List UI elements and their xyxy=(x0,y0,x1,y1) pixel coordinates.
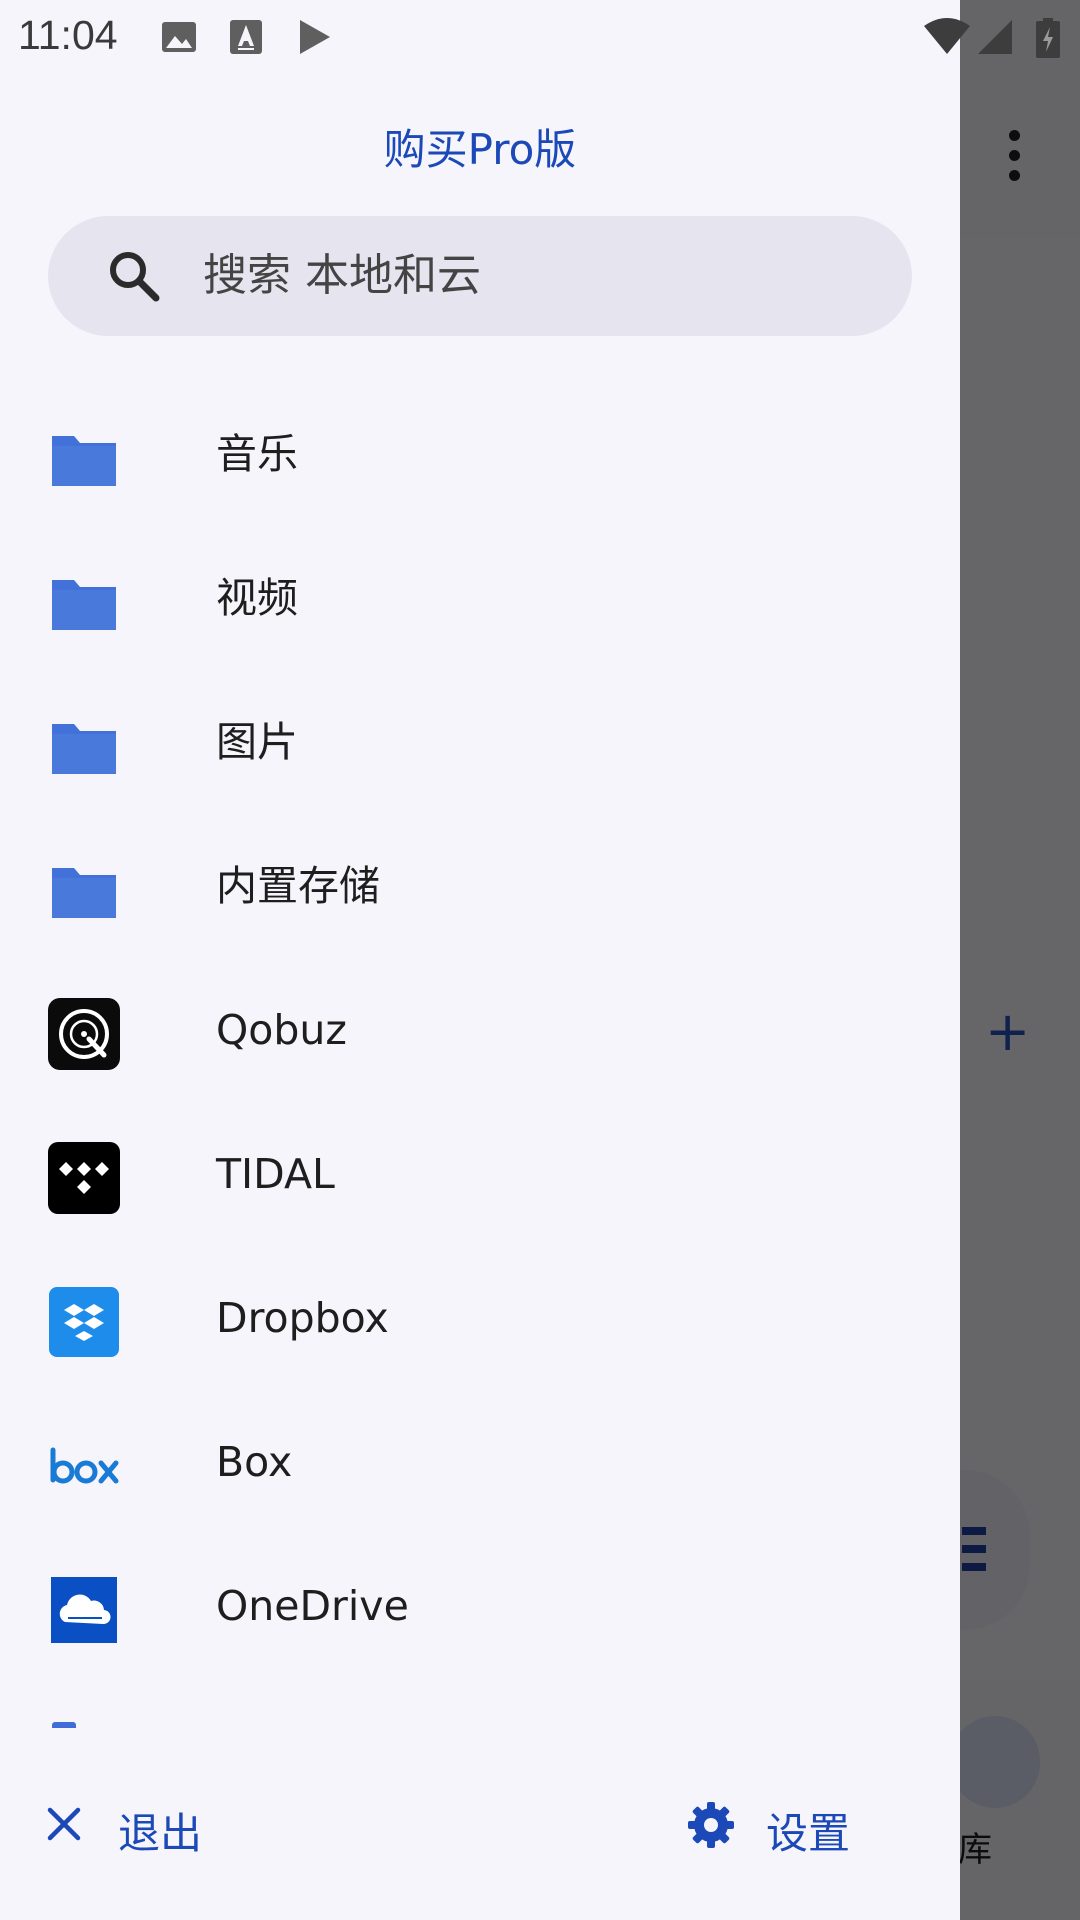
drawer-item-label: Box xyxy=(216,1438,293,1486)
onedrive-logo-icon xyxy=(51,1577,117,1643)
signal-icon xyxy=(978,20,1012,54)
exit-button[interactable]: 退出 xyxy=(40,1780,230,1870)
drawer-item-label: 视频 xyxy=(216,574,298,622)
drawer-item-video[interactable]: 视频 xyxy=(0,536,960,666)
drawer-item-label: Dropbox xyxy=(216,1294,389,1342)
folder-icon xyxy=(52,580,116,630)
drawer-item-tidal[interactable]: TIDAL xyxy=(0,1112,960,1242)
drawer-item-label: 图片 xyxy=(216,718,298,766)
search-icon xyxy=(110,252,160,302)
status-bar: 11:04 xyxy=(0,0,1080,72)
drawer-item-internal-storage[interactable]: 内置存储 xyxy=(0,824,960,954)
settings-button[interactable]: 设置 xyxy=(686,1780,856,1870)
tidal-logo-icon xyxy=(48,1142,120,1214)
status-time: 11:04 xyxy=(18,12,118,58)
drawer-item-label: 音乐 xyxy=(216,430,298,478)
drawer-item-onedrive[interactable]: OneDrive xyxy=(0,1544,960,1674)
navigation-drawer: 购买Pro版 音乐 视频 图片 内置存储 xyxy=(0,0,960,1920)
folder-icon xyxy=(52,436,116,486)
battery-charging-icon xyxy=(1036,18,1060,58)
box-logo-icon xyxy=(50,1447,119,1484)
search-bar[interactable] xyxy=(48,216,912,336)
image-icon xyxy=(162,22,196,52)
search-input[interactable] xyxy=(203,240,863,310)
close-icon xyxy=(47,1807,81,1841)
folder-icon xyxy=(52,868,116,918)
drawer-item-music[interactable]: 音乐 xyxy=(0,392,960,522)
drawer-item-dropbox[interactable]: Dropbox xyxy=(0,1256,960,1386)
drawer-item-label: Qobuz xyxy=(216,1006,347,1054)
drawer-item-label: TIDAL xyxy=(216,1150,335,1198)
wifi-icon xyxy=(924,18,970,54)
drawer-item-qobuz[interactable]: Qobuz xyxy=(0,968,960,1098)
settings-label: 设置 xyxy=(766,1809,851,1858)
folder-icon xyxy=(52,724,116,774)
next-item-peek xyxy=(52,1722,76,1728)
drawer-item-box[interactable]: Box xyxy=(0,1400,960,1530)
drawer-item-pictures[interactable]: 图片 xyxy=(0,680,960,810)
gear-icon xyxy=(688,1802,734,1848)
dropbox-logo-icon xyxy=(49,1287,119,1357)
exit-label: 退出 xyxy=(118,1809,203,1858)
drawer-item-label: 内置存储 xyxy=(216,862,380,910)
font-download-icon xyxy=(230,20,262,54)
drawer-footer: 退出 设置 xyxy=(0,1780,960,1870)
buy-pro-link[interactable]: 购买Pro版 xyxy=(0,116,960,177)
play-icon xyxy=(300,20,330,54)
drawer-item-label: OneDrive xyxy=(216,1582,409,1630)
qobuz-logo-icon xyxy=(48,998,120,1070)
